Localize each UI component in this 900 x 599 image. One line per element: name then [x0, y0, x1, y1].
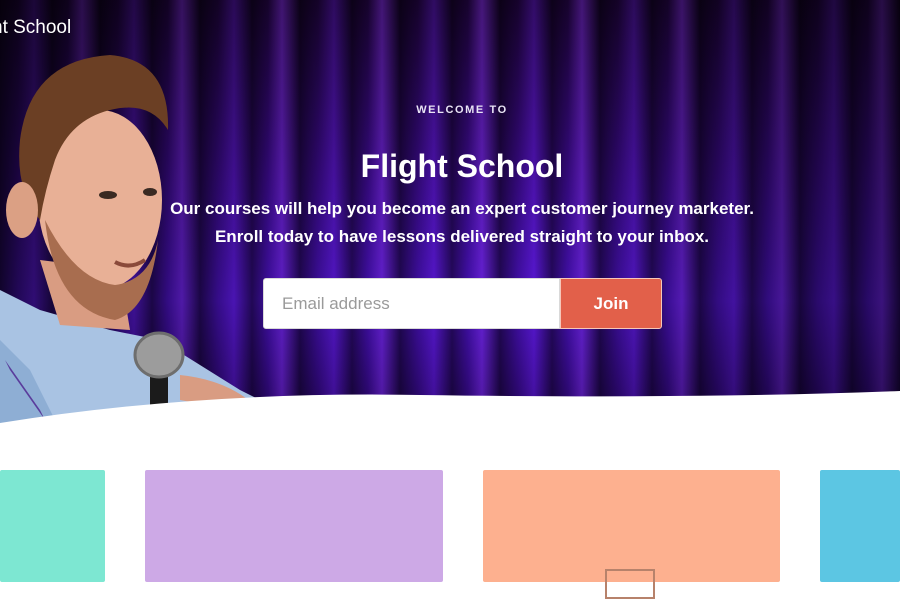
image-placeholder-icon — [605, 569, 655, 599]
course-card[interactable] — [0, 470, 105, 582]
site-brand[interactable]: ht School — [0, 17, 71, 39]
hero-kicker: WELCOME TO — [416, 104, 508, 116]
signup-form: Join — [263, 278, 662, 329]
email-input[interactable] — [263, 278, 560, 329]
hero-banner: ht School WELCOME TO Flight School Our c… — [0, 0, 900, 430]
hero-wave-divider — [0, 391, 900, 445]
hero-subtitle: Our courses will help you become an expe… — [0, 195, 900, 251]
course-card[interactable] — [483, 470, 780, 599]
page-title: Flight School — [360, 148, 564, 184]
course-card[interactable] — [145, 470, 443, 582]
hero-subtitle-line-1: Our courses will help you become an expe… — [170, 199, 754, 218]
course-card[interactable] — [820, 470, 900, 582]
hero-subtitle-line-2: Enroll today to have lessons delivered s… — [214, 227, 710, 246]
join-button[interactable]: Join — [560, 278, 662, 329]
